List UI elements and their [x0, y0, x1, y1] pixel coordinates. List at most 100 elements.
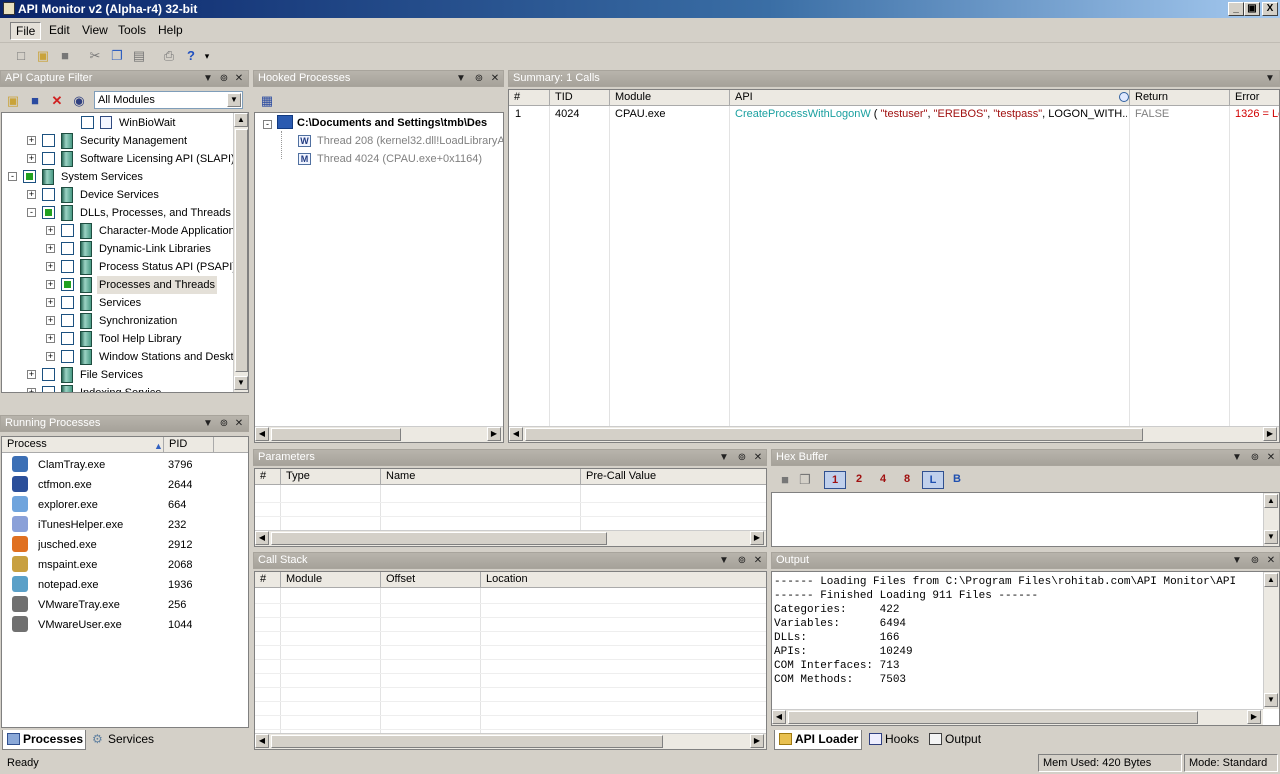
col-location[interactable]: Location — [481, 572, 766, 588]
open-folder-icon[interactable]: ▣ — [4, 92, 22, 110]
close-icon[interactable]: ✕ — [488, 71, 502, 86]
tree-item[interactable]: + Processes and Threads — [2, 276, 233, 294]
checkbox[interactable] — [23, 170, 36, 183]
call-stack-h-scrollbar[interactable]: ◀ ▶ — [255, 733, 766, 749]
scroll-down-icon[interactable]: ▼ — [1264, 693, 1278, 707]
close-icon[interactable]: ✕ — [232, 416, 246, 431]
byte-2-button[interactable]: 2 — [848, 471, 870, 489]
expand-icon[interactable]: - — [8, 172, 17, 181]
checkbox[interactable] — [42, 134, 55, 147]
menu-tools[interactable]: Tools — [113, 22, 151, 40]
scroll-right-icon[interactable]: ▶ — [1247, 710, 1261, 724]
collapse-icon[interactable]: - — [263, 120, 272, 129]
tree-item[interactable]: + Character-Mode Applications — [2, 222, 233, 240]
parameters-h-scrollbar[interactable]: ◀ ▶ — [255, 530, 766, 546]
tree-item[interactable]: + Security Management — [2, 132, 233, 150]
expand-icon[interactable]: + — [46, 262, 55, 271]
scroll-left-icon[interactable]: ◀ — [255, 427, 269, 441]
new-icon[interactable]: □ — [12, 47, 30, 65]
tab-output[interactable]: Output — [925, 730, 989, 750]
checkbox[interactable] — [61, 278, 74, 291]
col-offset[interactable]: Offset — [381, 572, 481, 588]
pin-icon[interactable]: ⊚ — [217, 416, 231, 431]
checkbox[interactable] — [42, 152, 55, 165]
hooked-process-path[interactable]: C:\Documents and Settings\tmb\Des — [297, 116, 503, 130]
close-icon[interactable]: ✕ — [1264, 553, 1278, 568]
menu-view[interactable]: View — [77, 22, 113, 40]
menu-edit[interactable]: Edit — [44, 22, 75, 40]
tree-item[interactable]: - System Services — [2, 168, 233, 186]
checkbox[interactable] — [42, 386, 55, 392]
col-name[interactable]: Name — [381, 469, 581, 485]
dropdown-icon[interactable]: ▼ — [201, 416, 215, 431]
table-row[interactable]: 1 4024 CPAU.exe CreateProcessWithLogonW … — [509, 107, 1279, 122]
save-icon[interactable]: ■ — [56, 47, 74, 65]
tree-item[interactable]: + Tool Help Library — [2, 330, 233, 348]
expand-icon[interactable]: + — [27, 136, 36, 145]
scroll-down-icon[interactable]: ▼ — [234, 376, 248, 390]
col-error[interactable]: Error — [1230, 90, 1279, 106]
delete-icon[interactable]: ✕ — [48, 92, 66, 110]
list-item[interactable]: mspaint.exe 2068 — [2, 555, 248, 575]
expand-icon[interactable]: + — [46, 226, 55, 235]
close-icon[interactable]: ✕ — [232, 71, 246, 86]
close-icon[interactable]: ✕ — [751, 450, 765, 465]
pin-icon[interactable]: ⊚ — [735, 450, 749, 465]
checkbox[interactable] — [42, 206, 55, 219]
byte-4-button[interactable]: 4 — [872, 471, 894, 489]
checkbox[interactable] — [61, 332, 74, 345]
menu-file[interactable]: File — [10, 22, 42, 40]
checkbox[interactable] — [61, 314, 74, 327]
thread-208[interactable]: Thread 208 (kernel32.dll!LoadLibraryA+ — [317, 134, 503, 148]
expand-icon[interactable]: + — [46, 280, 55, 289]
byte-8-button[interactable]: 8 — [896, 471, 918, 489]
col-return[interactable]: Return — [1130, 90, 1230, 106]
scroll-left-icon[interactable]: ◀ — [255, 531, 269, 545]
tree-item[interactable]: + Services — [2, 294, 233, 312]
checkbox[interactable] — [42, 188, 55, 201]
tab-services[interactable]: ⚙ Services — [88, 730, 158, 750]
copy-icon[interactable]: ❐ — [108, 47, 126, 65]
col-type[interactable]: Type — [281, 469, 381, 485]
find-icon[interactable]: ◉ — [70, 92, 88, 110]
tree-item[interactable]: - DLLs, Processes, and Threads — [2, 204, 233, 222]
list-item[interactable]: jusched.exe 2912 — [2, 535, 248, 555]
list-item[interactable]: VMwareTray.exe 256 — [2, 595, 248, 615]
col-pre-call-value[interactable]: Pre-Call Value — [581, 469, 766, 485]
hooked-h-scrollbar[interactable]: ◀ ▶ — [255, 426, 503, 442]
expand-icon[interactable]: + — [27, 388, 36, 392]
checkbox[interactable] — [61, 350, 74, 363]
col-number[interactable]: # — [255, 469, 281, 485]
dropdown-icon[interactable]: ▼ — [1263, 71, 1277, 86]
hex-scrollbar[interactable]: ▲ ▼ — [1263, 493, 1279, 546]
hex-buffer-view[interactable]: ▲ ▼ — [771, 492, 1280, 547]
tree-item[interactable]: + Dynamic-Link Libraries — [2, 240, 233, 258]
scroll-thumb[interactable] — [271, 735, 663, 748]
tree-item[interactable]: + Synchronization — [2, 312, 233, 330]
dropdown-icon[interactable]: ▼ — [454, 71, 468, 86]
tree-item[interactable]: + Process Status API (PSAPI) — [2, 258, 233, 276]
checkbox[interactable] — [61, 242, 74, 255]
list-item[interactable]: ctfmon.exe 2644 — [2, 475, 248, 495]
scroll-thumb[interactable] — [271, 428, 401, 441]
save-icon[interactable]: ■ — [776, 471, 794, 489]
col-pid[interactable]: PID — [164, 437, 214, 453]
scroll-left-icon[interactable]: ◀ — [509, 427, 523, 441]
thread-4024[interactable]: Thread 4024 (CPAU.exe+0x1164) — [317, 152, 503, 166]
module-select[interactable]: All Modules ▼ — [94, 91, 243, 109]
col-process[interactable]: Process — [2, 437, 164, 453]
expand-icon[interactable]: + — [27, 154, 36, 163]
list-item[interactable]: VMwareUser.exe 1044 — [2, 615, 248, 635]
byte-1-button[interactable]: 1 — [824, 471, 846, 489]
expand-icon[interactable]: + — [27, 190, 36, 199]
output-v-scrollbar[interactable]: ▲ ▼ — [1263, 572, 1279, 709]
tree-item[interactable]: + File Services — [2, 366, 233, 384]
tab-processes[interactable]: Processes — [2, 730, 86, 750]
scroll-thumb[interactable] — [788, 711, 1198, 724]
toolbar-overflow-icon[interactable]: ▾ — [202, 47, 212, 65]
chevron-down-icon[interactable]: ▼ — [227, 93, 241, 107]
help-icon[interactable]: ? — [182, 47, 200, 65]
scroll-up-icon[interactable]: ▲ — [234, 113, 248, 127]
scroll-left-icon[interactable]: ◀ — [772, 710, 786, 724]
scroll-thumb[interactable] — [271, 532, 607, 545]
